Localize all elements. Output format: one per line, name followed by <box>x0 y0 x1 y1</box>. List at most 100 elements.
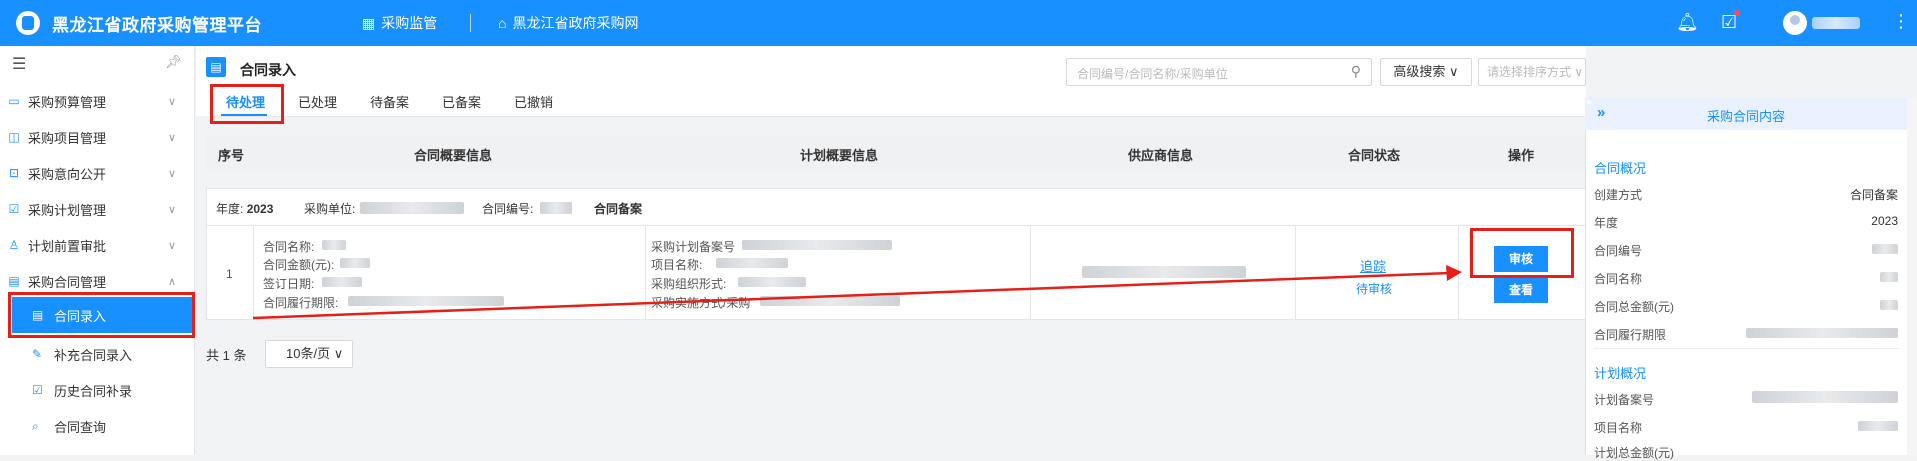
sidebar-item-project[interactable]: ◫ 采购项目管理 ∨ <box>0 120 194 154</box>
redacted-value <box>322 277 362 287</box>
bell-icon[interactable]: 🔔︎ <box>1676 12 1699 33</box>
redacted-value <box>1752 391 1898 403</box>
topnav-divider <box>470 14 471 32</box>
panel-section-contract: 合同概况 <box>1594 161 1647 176</box>
sidebar-item-intent[interactable]: ⊡ 采购意向公开 ∨ <box>0 156 194 190</box>
page-size-select[interactable]: 10条/页 ∨ <box>265 340 353 368</box>
col-contract-summary: 合同概要信息 <box>414 148 493 163</box>
redacted-value <box>738 277 806 287</box>
chevron-down-icon: ∨ <box>167 131 176 144</box>
topnav-procurement-supervision[interactable]: ▦ 采购监管 <box>362 13 437 33</box>
panel-field-label: 合同名称 <box>1594 272 1643 286</box>
history-icon: ☑ <box>32 383 43 397</box>
term-label: 合同履行期限: <box>263 296 339 310</box>
panel-field-label: 计划备案号 <box>1594 393 1655 407</box>
year-label-text: 年度: <box>216 202 244 216</box>
panel-scrollbar[interactable] <box>1907 98 1917 455</box>
contract-name-label: 合同名称: <box>263 240 315 254</box>
highlight-box-review <box>1470 228 1574 278</box>
search-placeholder: 合同编号/合同名称/采购单位 <box>1077 67 1228 81</box>
panel-field-label: 合同总金额(元) <box>1594 300 1674 314</box>
divider <box>1458 226 1459 320</box>
sidebar-item-label: 采购意向公开 <box>28 166 107 182</box>
col-index: 序号 <box>218 148 245 163</box>
sidebar-item-approval[interactable]: ♙ 计划前置审批 ∨ <box>0 228 194 262</box>
col-supplier: 供应商信息 <box>1128 148 1194 163</box>
code-label: 合同编号: <box>482 202 534 216</box>
panel-field-label: 项目名称 <box>1594 421 1643 435</box>
panel-field-label: 合同履行期限 <box>1594 328 1667 342</box>
approval-icon: ♙ <box>8 238 20 252</box>
sidebar-item-label: 采购预算管理 <box>28 94 107 110</box>
col-plan-summary: 计划概要信息 <box>800 148 879 163</box>
impl-method-label: 采购实施方式/采购 <box>651 296 751 310</box>
panel-field-label: 创建方式 <box>1594 188 1643 202</box>
tab-divider <box>210 116 1586 117</box>
divider <box>1295 226 1296 320</box>
advanced-search-button[interactable]: 高级搜索 ∨ <box>1380 58 1472 86</box>
tab-to-file[interactable]: 待备案 <box>370 92 409 111</box>
contract-type: 合同备案 <box>594 202 643 216</box>
topnav-label: 采购监管 <box>381 15 438 31</box>
sidebar-subitem-supplementary[interactable]: ✎ 补充合同录入 <box>0 337 194 371</box>
user-name-redacted <box>1812 17 1860 29</box>
project-name-label: 项目名称: <box>651 258 703 272</box>
chevron-down-icon: ∨ <box>167 167 176 180</box>
tab-filed[interactable]: 已备案 <box>442 92 481 111</box>
redacted-value <box>760 296 900 306</box>
panel-field-value: 2023 <box>1871 214 1898 228</box>
unit-label: 采购单位: <box>304 202 356 216</box>
total-count: 共 1 条 <box>206 348 247 363</box>
redacted-value <box>1746 328 1898 338</box>
more-icon[interactable]: ⋮ <box>1892 11 1910 32</box>
search-input[interactable]: 合同编号/合同名称/采购单位 ⚲ <box>1066 58 1372 86</box>
search-icon[interactable]: ⚲ <box>1351 63 1361 80</box>
home-icon: ⌂ <box>498 15 507 31</box>
highlight-box-sidebar <box>8 292 195 338</box>
redacted-value <box>1872 244 1898 254</box>
panel-field-value: 合同备案 <box>1849 188 1898 202</box>
sidebar-item-label: 采购计划管理 <box>28 202 107 218</box>
code-value-redacted <box>540 202 572 214</box>
topnav-procurement-website[interactable]: ⌂ 黑龙江省政府采购网 <box>498 13 638 33</box>
advanced-search-label: 高级搜索 <box>1393 64 1446 79</box>
pin-icon[interactable]: 📌︎ <box>165 54 182 70</box>
tab-revoked[interactable]: 已撤销 <box>514 92 553 111</box>
sidebar-item-budget[interactable]: ▭ 采购预算管理 ∨ <box>0 84 194 118</box>
panel-divider <box>1594 348 1899 349</box>
project-icon: ◫ <box>8 130 20 144</box>
redacted-value <box>340 258 370 268</box>
year-value: 2023 <box>246 202 274 216</box>
row-index: 1 <box>226 267 233 281</box>
chevron-down-icon: ∨ <box>167 95 176 108</box>
sidebar-item-label: 计划前置审批 <box>28 238 107 254</box>
tab-processed[interactable]: 已处理 <box>298 92 337 111</box>
sidebar-item-plan[interactable]: ☑ 采购计划管理 ∨ <box>0 192 194 226</box>
page-size-label: 10条/页 <box>286 346 331 361</box>
panel-section-plan: 计划概况 <box>1594 366 1647 381</box>
todo-icon[interactable]: ☑ <box>1721 10 1741 33</box>
query-icon: ⌕ <box>32 418 39 433</box>
chevron-down-icon: ∨ <box>167 239 176 252</box>
view-button[interactable]: 查看 <box>1494 277 1548 303</box>
sort-select[interactable]: 请选择排序方式 ∨ <box>1478 58 1586 86</box>
sidebar-subitem-history[interactable]: ☑ 历史合同补录 <box>0 373 194 407</box>
menu-icon[interactable]: ☰ <box>12 54 26 74</box>
page-title: 合同录入 <box>240 62 296 78</box>
edit-icon: ✎ <box>32 347 43 361</box>
chevron-down-icon: ∨ <box>167 203 176 216</box>
topnav-label: 黑龙江省政府采购网 <box>512 15 639 31</box>
panel-title: 采购合同内容 <box>1706 109 1785 124</box>
track-link[interactable]: 追踪 <box>1360 256 1386 275</box>
divider <box>1030 226 1031 320</box>
plan-icon: ☑ <box>8 202 20 216</box>
redacted-value <box>716 258 788 268</box>
contract-icon: ▤ <box>8 274 20 288</box>
avatar[interactable] <box>1783 11 1807 35</box>
redacted-value <box>1880 300 1898 310</box>
sign-date-label: 签订日期: <box>263 277 315 291</box>
org-form-label: 采购组织形式: <box>651 277 727 291</box>
notification-dot <box>1734 10 1741 16</box>
sidebar-subitem-query[interactable]: ⌕ 合同查询 <box>0 409 194 443</box>
plan-code-label: 采购计划备案号 <box>651 240 736 254</box>
